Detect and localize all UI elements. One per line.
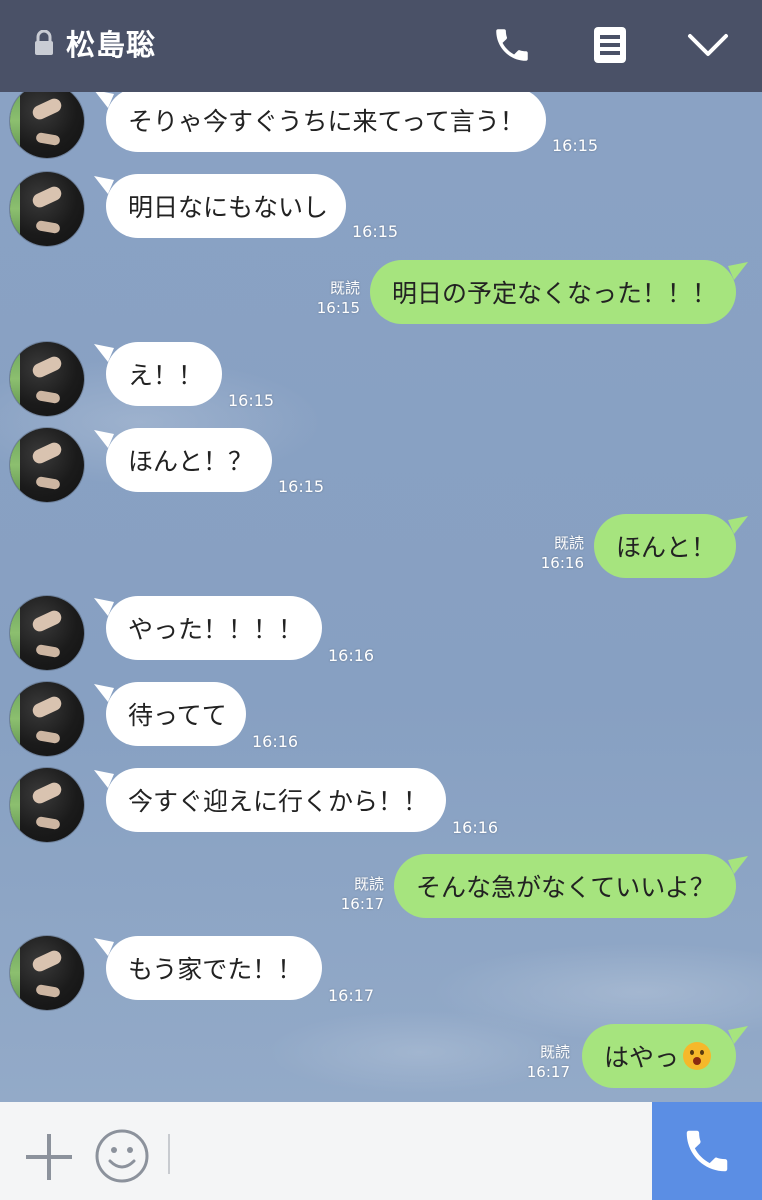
bubble-tail	[728, 262, 748, 280]
contact-avatar[interactable]	[10, 596, 84, 670]
message-bubble-outgoing[interactable]: そんな急がなくていいよ？	[394, 854, 736, 918]
message-bubble-incoming[interactable]: もう家でた！！	[106, 936, 322, 1000]
bubble-tail	[728, 516, 748, 534]
bubble-tail	[728, 856, 748, 874]
contact-avatar[interactable]	[10, 936, 84, 1010]
message-bubble-incoming[interactable]: え！！	[106, 342, 222, 406]
contact-avatar[interactable]	[10, 172, 84, 246]
message-time: 16:15	[228, 391, 275, 410]
plus-icon[interactable]	[24, 1132, 74, 1182]
message-time: 16:15	[552, 136, 599, 155]
read-receipt: 既読 16:16	[540, 534, 584, 572]
message-time: 16:16	[452, 818, 499, 837]
call-button[interactable]	[652, 1102, 762, 1200]
phone-icon	[686, 1130, 728, 1172]
message-bubble-outgoing[interactable]: はやっ	[582, 1024, 736, 1088]
message-time: 16:15	[278, 477, 325, 496]
emoji-icon[interactable]	[94, 1128, 150, 1184]
read-receipt: 既読 16:17	[340, 875, 384, 913]
contact-avatar[interactable]	[10, 92, 84, 158]
bubble-tail	[728, 1026, 748, 1044]
message-bubble-outgoing[interactable]: 明日の予定なくなった！！！	[370, 260, 736, 324]
contact-avatar[interactable]	[10, 428, 84, 502]
message-bubble-incoming[interactable]: ほんと！？	[106, 428, 272, 492]
phone-icon	[496, 29, 528, 61]
chat-title: 松島聡	[66, 28, 157, 62]
contact-avatar[interactable]	[10, 682, 84, 756]
screaming-face-emoji-icon	[683, 1042, 712, 1070]
menu-toggle-button[interactable]	[683, 20, 733, 70]
chevron-down-icon	[688, 34, 728, 56]
message-time: 16:16	[252, 732, 299, 751]
notes-button[interactable]	[585, 20, 635, 70]
message-time: 16:17	[328, 986, 375, 1005]
contact-avatar[interactable]	[10, 342, 84, 416]
message-bubble-incoming[interactable]: 今すぐ迎えに行くから！！	[106, 768, 446, 832]
voice-call-button[interactable]	[487, 20, 537, 70]
message-bubble-incoming[interactable]: 待ってて	[106, 682, 246, 746]
message-time: 16:16	[328, 646, 375, 665]
message-list[interactable]: そりゃ今すぐうちに来てって言う！ 16:15 明日なにもないし 16:15 既読…	[0, 92, 762, 1102]
message-bubble-incoming[interactable]: やった！！！！	[106, 596, 322, 660]
message-time: 16:15	[352, 222, 399, 241]
chat-header: 松島聡	[0, 0, 762, 92]
read-receipt: 既読 16:15	[316, 279, 360, 317]
message-text: はやっ	[604, 1043, 680, 1072]
message-bubble-outgoing[interactable]: ほんと！	[594, 514, 736, 578]
lock-icon	[35, 30, 53, 55]
input-bar	[0, 1102, 762, 1200]
message-bubble-incoming[interactable]: 明日なにもないし	[106, 174, 346, 238]
contact-avatar[interactable]	[10, 768, 84, 842]
read-receipt: 既読 16:17	[526, 1043, 570, 1081]
text-input-cursor[interactable]	[168, 1134, 170, 1174]
message-bubble-incoming[interactable]: そりゃ今すぐうちに来てって言う！	[106, 92, 546, 152]
notes-icon	[594, 27, 626, 63]
